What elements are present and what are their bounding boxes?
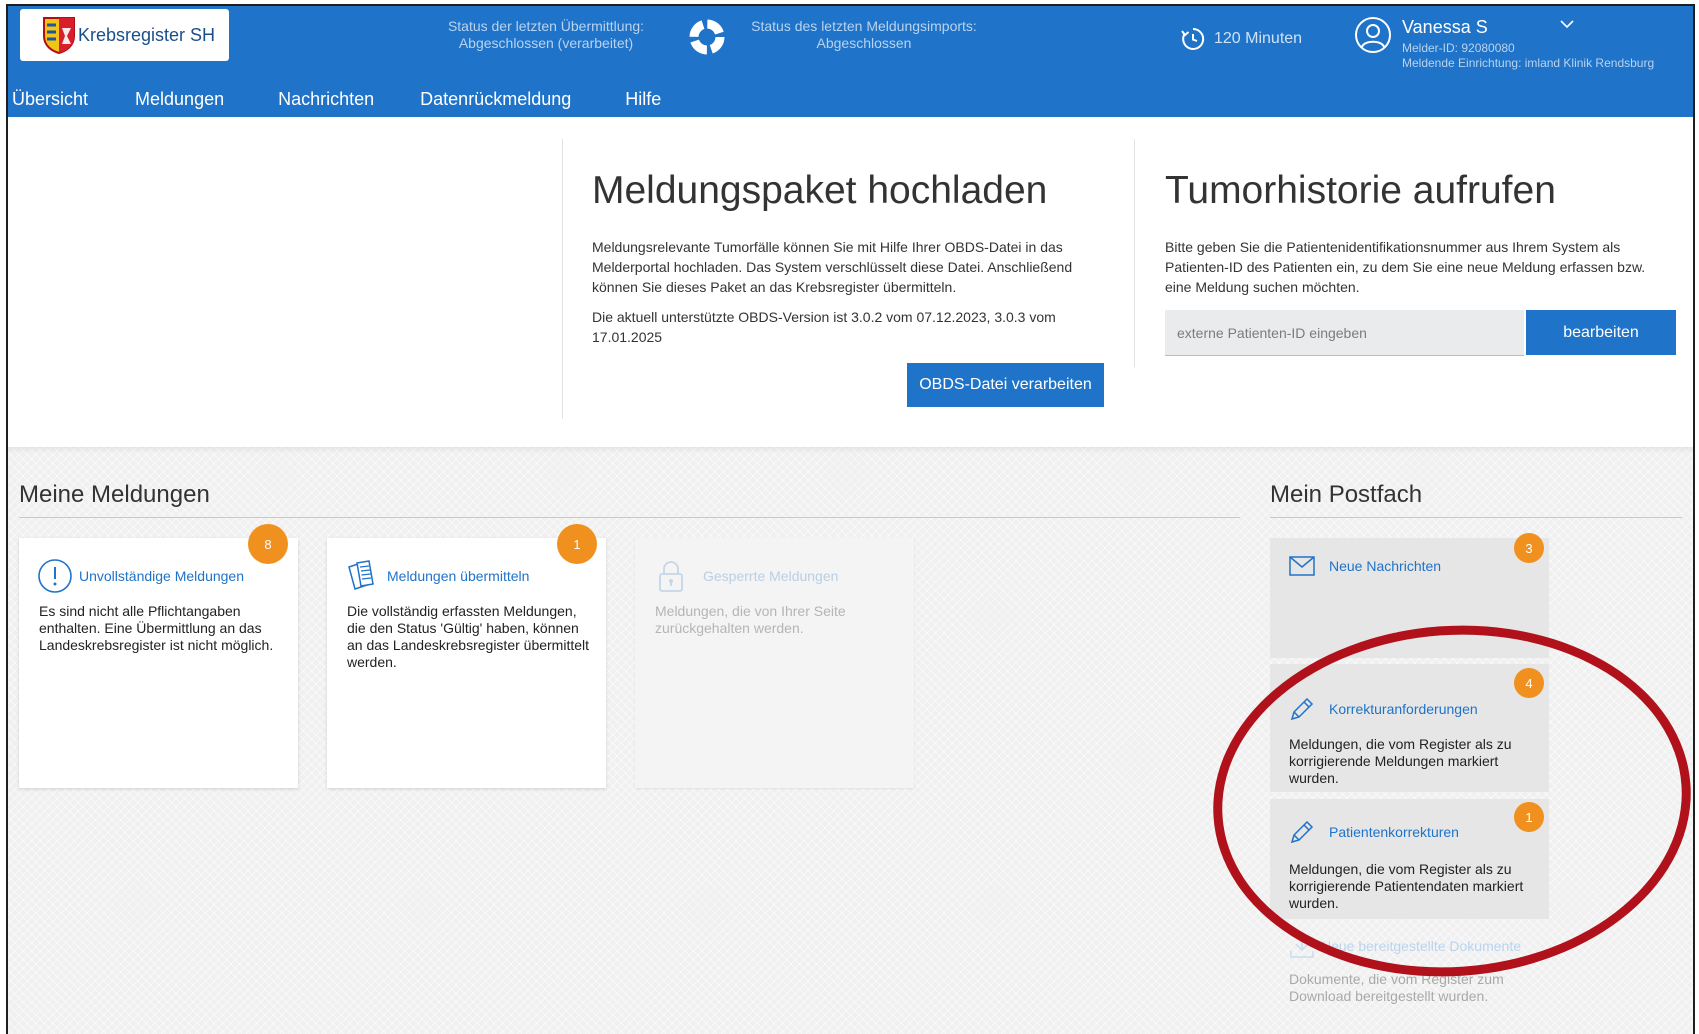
session-timer-text: 120 Minuten xyxy=(1214,30,1303,47)
card-title: Patientenkorrekturen xyxy=(1329,824,1459,840)
my-reports-title: Meine Meldungen xyxy=(19,481,210,508)
locked-reports-card: Gesperrte Meldungen Meldungen, die von I… xyxy=(635,538,914,788)
documents-icon xyxy=(348,560,374,590)
transfer-status-value: Abgeschlossen (verarbeitet) xyxy=(458,35,634,51)
new-messages-card[interactable]: Neue Nachrichten xyxy=(1270,538,1549,658)
submit-reports-card[interactable]: Meldungen übermitteln Die vollständig er… xyxy=(327,538,606,788)
app-window: Krebsregister SH Status der letzten Über… xyxy=(6,4,1695,1034)
clock-icon xyxy=(1181,27,1205,50)
tumor-history-description: Bitte geben Sie die Patientenidentifikat… xyxy=(1165,239,1646,295)
download-icon xyxy=(1290,935,1314,958)
obds-version-text: Die aktuell unterstützte OBDS-Version is… xyxy=(592,309,1056,345)
edit-button[interactable]: bearbeiten xyxy=(1526,310,1676,355)
patient-corrections-card[interactable]: Patientenkorrekturen Meldungen, die vom … xyxy=(1270,799,1549,919)
transfer-status-label: Status der letzten Übermittlung: xyxy=(447,18,645,34)
card-title: Neue Nachrichten xyxy=(1329,558,1442,574)
card-title: Meldungen übermitteln xyxy=(387,568,530,584)
nav-item-hilfe[interactable]: Hilfe xyxy=(625,84,661,114)
card-title: Korrekturanforderungen xyxy=(1329,701,1478,717)
incomplete-reports-card[interactable]: Unvollständige Meldungen Es sind nicht a… xyxy=(19,538,298,788)
import-status-value: Abgeschlossen xyxy=(816,35,912,51)
card-text: Es sind nicht alle Pflichtangaben enthal… xyxy=(39,603,274,653)
sync-status-icon xyxy=(688,18,726,56)
pencil-icon xyxy=(1290,697,1314,721)
coat-of-arms-icon xyxy=(42,16,76,55)
nav-item-nachrichten[interactable]: Nachrichten xyxy=(278,84,374,114)
patient-id-input[interactable] xyxy=(1165,310,1524,356)
card-text: Meldungen, die von Ihrer Seite zurückgeh… xyxy=(655,603,846,636)
envelope-icon xyxy=(1289,556,1315,576)
reporting-facility: Meldende Einrichtung: imland Klinik Rend… xyxy=(1402,56,1655,70)
correction-requests-card[interactable]: Korrekturanforderungen Meldungen, die vo… xyxy=(1270,664,1549,792)
divider xyxy=(1134,139,1135,367)
top-content: Meldungspaket hochladen Meldungsrelevant… xyxy=(8,117,1693,447)
main-nav: Übersicht Meldungen Nachrichten Datenrüc… xyxy=(8,84,661,114)
session-timer: 120 Minuten xyxy=(1180,26,1302,52)
card-title: Neue bereitgestellte Dokumente xyxy=(1321,938,1522,954)
transfer-status: Status der letzten Übermittlung: Abgesch… xyxy=(436,18,656,52)
upload-description: Meldungsrelevante Tumorfälle können Sie … xyxy=(592,239,1073,295)
divider xyxy=(562,139,563,419)
count-badge: 8 xyxy=(248,524,288,564)
card-title: Gesperrte Meldungen xyxy=(703,568,839,584)
pencil-icon xyxy=(1290,820,1314,844)
user-meta: Melder-ID: 92080080 Meldende Einrichtung… xyxy=(1402,41,1654,71)
card-text: Die vollständig erfassten Meldungen, die… xyxy=(347,603,590,670)
new-documents-card: Neue bereitgestellte Dokumente Dokumente… xyxy=(1270,925,1549,1034)
card-text: Meldungen, die vom Register als zu korri… xyxy=(1289,861,1524,911)
card-text: Meldungen, die vom Register als zu korri… xyxy=(1289,736,1512,786)
top-header: Krebsregister SH Status der letzten Über… xyxy=(8,6,1693,117)
logo[interactable]: Krebsregister SH xyxy=(20,9,229,61)
user-avatar-icon[interactable] xyxy=(1354,16,1392,54)
count-badge: 1 xyxy=(557,524,597,564)
count-badge: 1 xyxy=(1514,802,1544,832)
divider xyxy=(1270,517,1682,518)
logo-text: Krebsregister SH xyxy=(78,24,216,45)
chevron-down-icon[interactable] xyxy=(1560,16,1574,32)
count-badge: 3 xyxy=(1514,533,1544,563)
nav-item-meldungen[interactable]: Meldungen xyxy=(135,84,224,114)
exclamation-icon xyxy=(38,559,72,593)
nav-item-datenrueckmeldung[interactable]: Datenrückmeldung xyxy=(420,84,571,114)
card-title: Unvollständige Meldungen xyxy=(79,568,244,584)
mailbox-title: Mein Postfach xyxy=(1270,481,1423,508)
tumor-history-title: Tumorhistorie aufrufen xyxy=(1165,169,1556,212)
import-status-label: Status des letzten Meldungsimports: xyxy=(751,18,977,34)
lock-icon xyxy=(659,561,683,592)
divider xyxy=(19,517,1240,518)
upload-title: Meldungspaket hochladen xyxy=(592,169,1048,212)
nav-item-uebersicht[interactable]: Übersicht xyxy=(12,84,88,114)
import-status: Status des letzten Meldungsimports: Abge… xyxy=(744,18,984,52)
card-text: Dokumente, die vom Register zum Download… xyxy=(1289,971,1504,1004)
count-badge: 4 xyxy=(1514,668,1544,698)
obds-process-button[interactable]: OBDS-Datei verarbeiten xyxy=(907,363,1104,407)
dashboard-area: Meine Meldungen Unvollständige Meldungen… xyxy=(8,447,1693,1034)
melder-id: Melder-ID: 92080080 xyxy=(1402,41,1515,55)
user-name[interactable]: Vanessa S xyxy=(1402,17,1488,38)
